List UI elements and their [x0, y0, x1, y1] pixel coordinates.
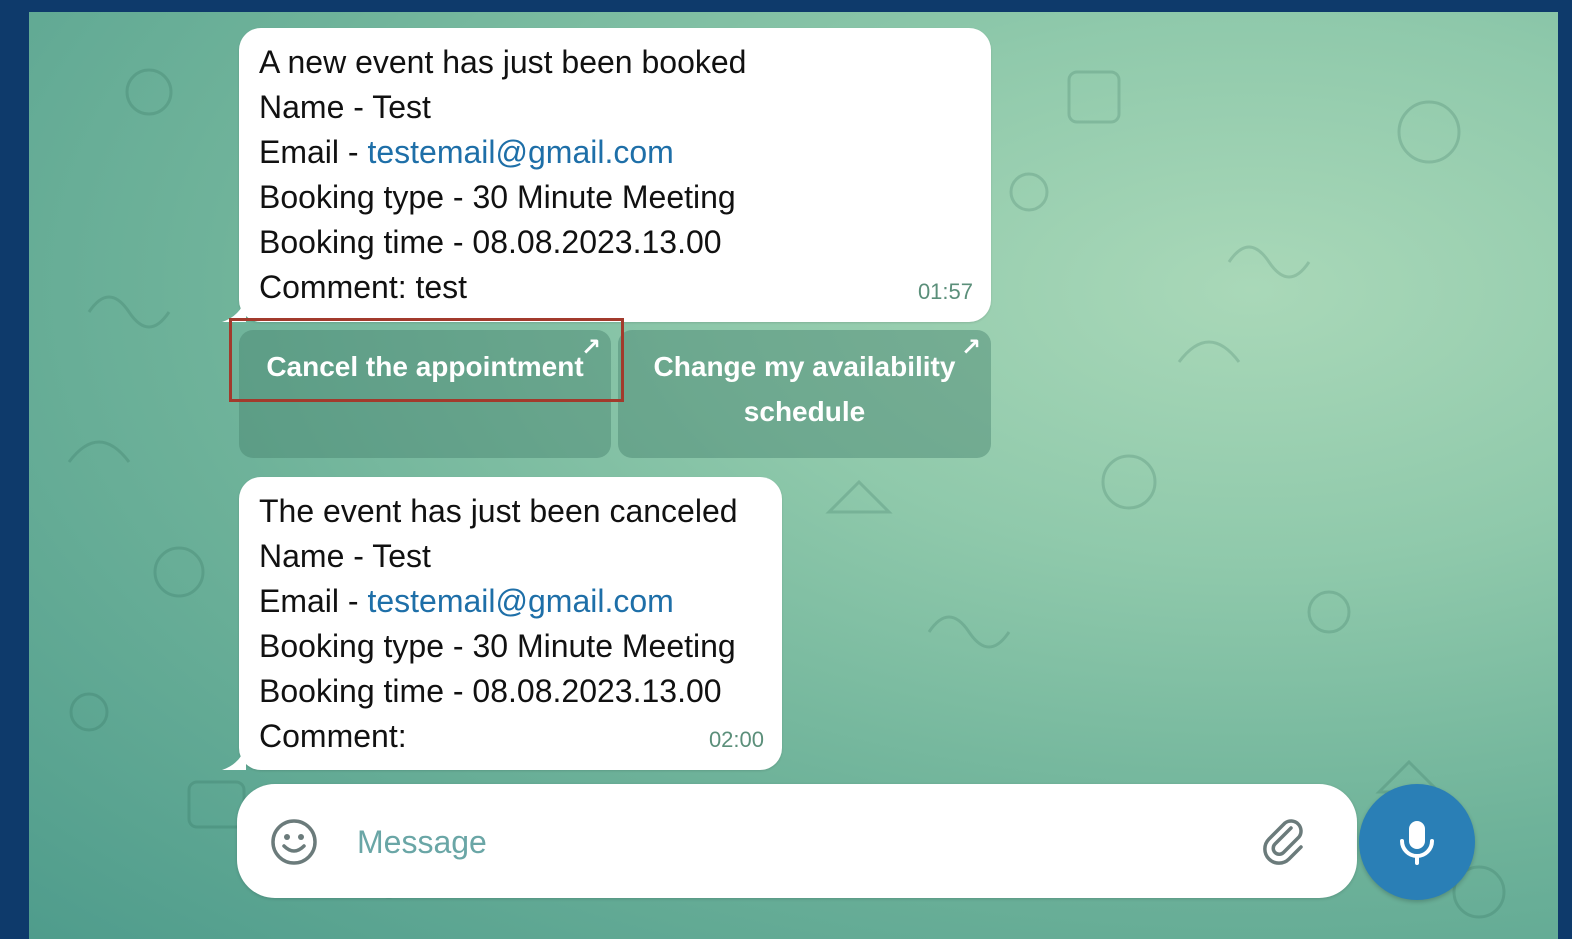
message-booking-time: Booking time - 08.08.2023.13.00: [259, 224, 722, 260]
bubble-tail: [222, 298, 246, 322]
message-comment: Comment: test: [259, 269, 468, 305]
message-title: A new event has just been booked: [259, 44, 747, 80]
message-title: The event has just been canceled: [259, 493, 738, 529]
external-link-arrow-icon: ↗: [960, 334, 981, 361]
message-email-line: Email - testemail@gmail.com: [259, 130, 746, 175]
message-input[interactable]: [355, 812, 1239, 872]
message-email-line: Email - testemail@gmail.com: [259, 579, 738, 624]
message-timestamp: 02:00: [708, 727, 764, 752]
email-label: Email -: [259, 134, 368, 170]
chat-area: A new event has just been booked Name - …: [29, 12, 1558, 939]
button-label-line2: schedule: [743, 396, 866, 427]
change-availability-button[interactable]: Change my availability schedule ↗: [618, 330, 991, 458]
microphone-icon: [1400, 821, 1434, 865]
button-label-line1: Change my availability: [653, 351, 956, 382]
email-link[interactable]: testemail@gmail.com: [367, 583, 673, 619]
email-label: Email -: [259, 583, 368, 619]
message-composer: [237, 784, 1357, 898]
cancel-appointment-button[interactable]: Cancel the appointment ↗: [239, 330, 611, 458]
bubble-tail: [222, 746, 246, 770]
message-booking-time: Booking time - 08.08.2023.13.00: [259, 673, 722, 709]
email-link[interactable]: testemail@gmail.com: [367, 134, 673, 170]
message-bubble-canceled: The event has just been canceled Name - …: [239, 477, 782, 770]
message-bubble-booked: A new event has just been booked Name - …: [239, 28, 991, 322]
message-booking-type: Booking type - 30 Minute Meeting: [259, 179, 736, 215]
message-comment: Comment:: [259, 718, 407, 754]
message-name: Name - Test: [259, 89, 431, 125]
message-booking-type: Booking type - 30 Minute Meeting: [259, 628, 736, 664]
smiley-icon[interactable]: [269, 817, 319, 867]
external-link-arrow-icon: ↗: [580, 334, 601, 361]
paperclip-icon[interactable]: [1257, 814, 1309, 866]
message-timestamp: 01:57: [917, 279, 973, 304]
button-label: Cancel the appointment: [266, 351, 584, 382]
microphone-button[interactable]: [1359, 784, 1475, 900]
message-name: Name - Test: [259, 538, 431, 574]
